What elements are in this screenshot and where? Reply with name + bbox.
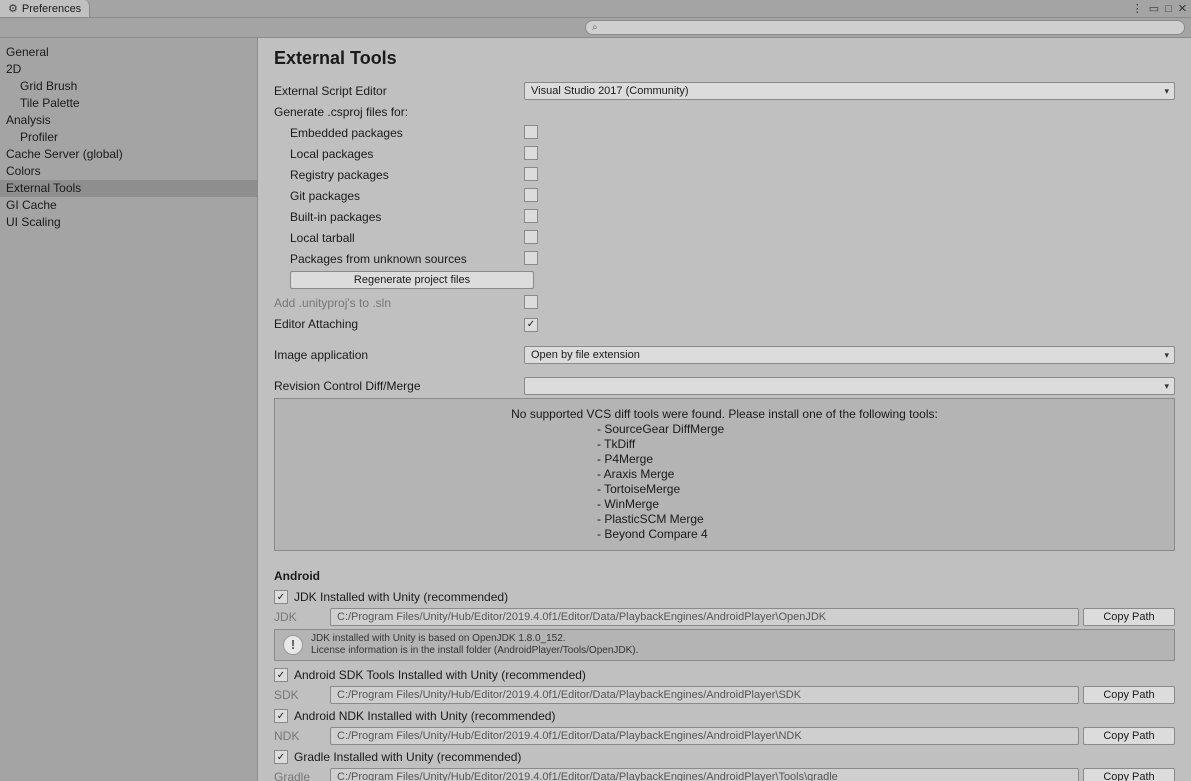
csproj-option-label: Packages from unknown sources (274, 252, 524, 266)
vcs-tool-item: - PlasticSCM Merge (287, 512, 1162, 527)
sidebar: General2DGrid BrushTile PaletteAnalysisP… (0, 38, 258, 781)
vcs-info-box: No supported VCS diff tools were found. … (274, 398, 1175, 551)
vcs-tool-item: - TortoiseMerge (287, 482, 1162, 497)
editor-attaching-checkbox[interactable] (524, 318, 538, 332)
csproj-option-checkbox[interactable] (524, 125, 538, 139)
sdk-path-input[interactable]: C:/Program Files/Unity/Hub/Editor/2019.4… (330, 686, 1079, 704)
info-icon: ! (283, 635, 303, 655)
sidebar-item[interactable]: Analysis (0, 112, 257, 129)
vcs-tool-item: - Araxis Merge (287, 467, 1162, 482)
sdk-installed-label: Android SDK Tools Installed with Unity (… (294, 668, 586, 682)
jdk-path-input[interactable]: C:/Program Files/Unity/Hub/Editor/2019.4… (330, 608, 1079, 626)
main-panel: External Tools External Script Editor Vi… (258, 38, 1191, 781)
tab-label: Preferences (22, 3, 81, 15)
toolbar: ⌕ (0, 18, 1191, 38)
sidebar-item[interactable]: Cache Server (global) (0, 146, 257, 163)
ndk-installed-checkbox[interactable] (274, 709, 288, 723)
generate-csproj-label: Generate .csproj files for: (274, 105, 524, 119)
regenerate-button[interactable]: Regenerate project files (290, 271, 534, 289)
image-app-dropdown[interactable]: Open by file extension (524, 346, 1175, 364)
gradle-copy-button[interactable]: Copy Path (1083, 768, 1175, 781)
ndk-installed-label: Android NDK Installed with Unity (recomm… (294, 709, 555, 723)
csproj-option-checkbox[interactable] (524, 251, 538, 265)
csproj-option-checkbox[interactable] (524, 230, 538, 244)
vcs-tool-item: - P4Merge (287, 452, 1162, 467)
csproj-option-label: Local packages (274, 147, 524, 161)
jdk-copy-button[interactable]: Copy Path (1083, 608, 1175, 626)
revision-control-dropdown[interactable] (524, 377, 1175, 395)
csproj-option-label: Local tarball (274, 231, 524, 245)
add-unityproj-label: Add .unityproj's to .sln (274, 296, 524, 310)
image-app-label: Image application (274, 348, 524, 362)
sidebar-item[interactable]: Grid Brush (0, 78, 257, 95)
page-title: External Tools (274, 48, 1175, 69)
gradle-installed-checkbox[interactable] (274, 750, 288, 764)
titlebar: ⚙ Preferences ⋮ ▭ □ ✕ (0, 0, 1191, 18)
csproj-option-checkbox[interactable] (524, 146, 538, 160)
close-icon[interactable]: ✕ (1178, 2, 1187, 15)
ndk-label: NDK (274, 729, 326, 743)
window-buttons: ⋮ ▭ □ ✕ (1132, 0, 1191, 17)
csproj-option-label: Git packages (274, 189, 524, 203)
sidebar-item[interactable]: GI Cache (0, 197, 257, 214)
vcs-info-header: No supported VCS diff tools were found. … (287, 407, 1162, 422)
gradle-installed-label: Gradle Installed with Unity (recommended… (294, 750, 521, 764)
vcs-tool-item: - SourceGear DiffMerge (287, 422, 1162, 437)
maximize-icon[interactable]: □ (1165, 3, 1172, 15)
csproj-option-label: Built-in packages (274, 210, 524, 224)
sidebar-item[interactable]: Profiler (0, 129, 257, 146)
ndk-path-input[interactable]: C:/Program Files/Unity/Hub/Editor/2019.4… (330, 727, 1079, 745)
csproj-option-checkbox[interactable] (524, 188, 538, 202)
android-section-title: Android (274, 569, 1175, 583)
minimize-icon[interactable]: ▭ (1149, 2, 1159, 15)
jdk-label: JDK (274, 610, 326, 624)
csproj-option-checkbox[interactable] (524, 167, 538, 181)
ndk-copy-button[interactable]: Copy Path (1083, 727, 1175, 745)
menu-icon[interactable]: ⋮ (1132, 2, 1143, 15)
csproj-option-checkbox[interactable] (524, 209, 538, 223)
sdk-label: SDK (274, 688, 326, 702)
add-unityproj-checkbox (524, 295, 538, 309)
sidebar-item[interactable]: General (0, 44, 257, 61)
vcs-tool-item: - WinMerge (287, 497, 1162, 512)
sidebar-item[interactable]: UI Scaling (0, 214, 257, 231)
jdk-note: ! JDK installed with Unity is based on O… (274, 629, 1175, 661)
gear-icon: ⚙ (8, 2, 18, 15)
search-input[interactable]: ⌕ (585, 20, 1185, 35)
jdk-installed-checkbox[interactable] (274, 590, 288, 604)
jdk-installed-label: JDK Installed with Unity (recommended) (294, 590, 508, 604)
tab-preferences[interactable]: ⚙ Preferences (0, 0, 90, 17)
csproj-option-label: Registry packages (274, 168, 524, 182)
editor-attaching-label: Editor Attaching (274, 317, 524, 331)
sidebar-item[interactable]: 2D (0, 61, 257, 78)
sidebar-item[interactable]: Tile Palette (0, 95, 257, 112)
search-icon: ⌕ (592, 22, 598, 33)
vcs-tool-item: - Beyond Compare 4 (287, 527, 1162, 542)
external-script-editor-dropdown[interactable]: Visual Studio 2017 (Community) (524, 82, 1175, 100)
revision-control-label: Revision Control Diff/Merge (274, 379, 524, 393)
vcs-tool-item: - TkDiff (287, 437, 1162, 452)
external-script-editor-label: External Script Editor (274, 84, 524, 98)
sidebar-item[interactable]: External Tools (0, 180, 257, 197)
csproj-option-label: Embedded packages (274, 126, 524, 140)
sidebar-item[interactable]: Colors (0, 163, 257, 180)
gradle-label: Gradle (274, 770, 326, 781)
sdk-copy-button[interactable]: Copy Path (1083, 686, 1175, 704)
gradle-path-input[interactable]: C:/Program Files/Unity/Hub/Editor/2019.4… (330, 768, 1079, 781)
sdk-installed-checkbox[interactable] (274, 668, 288, 682)
